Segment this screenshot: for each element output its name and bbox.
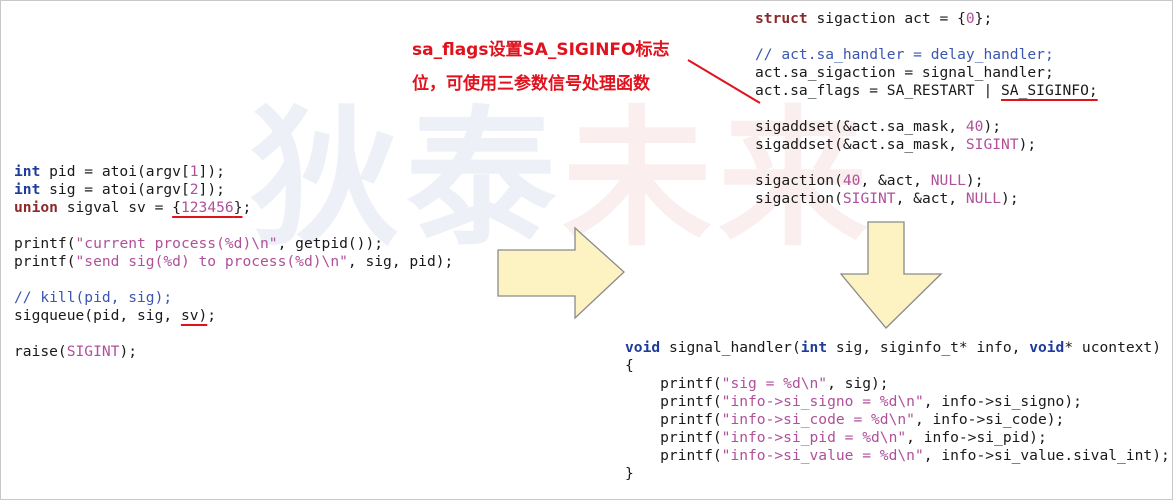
diagram-overlay [497,59,943,329]
callout-pointer-line [687,59,761,104]
arrow-down-icon [839,221,943,329]
arrow-right-icon [497,226,625,320]
